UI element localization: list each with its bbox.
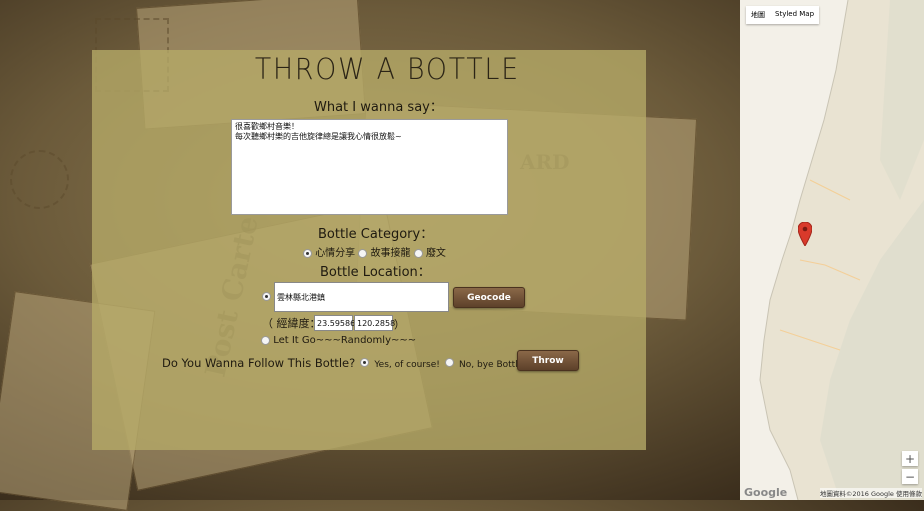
map-type-styled[interactable]: Styled Map <box>770 6 819 24</box>
longitude-input[interactable]: 120.2858 <box>354 315 395 331</box>
latlng-prefix: （ 經緯度： <box>262 317 321 330</box>
throw-bottle-panel: THROW A BOTTLE What I wanna say： Bottle … <box>92 50 646 450</box>
latitude-input[interactable]: 23.59586 <box>314 315 355 331</box>
location-radio-random[interactable] <box>261 335 270 345</box>
latlng-suffix: ） <box>394 318 405 331</box>
category-radio-nonsense[interactable] <box>413 248 423 258</box>
taiwan-landmass <box>759 0 924 500</box>
follow-yes-label: Yes, of course! <box>374 360 440 370</box>
geocode-button[interactable]: Geocode <box>453 287 525 308</box>
message-label: What I wanna say： <box>314 100 443 115</box>
location-marker-icon[interactable] <box>798 222 812 246</box>
map-attribution: 地圖資料©2016 Google 使用條款 <box>819 488 922 498</box>
category-option-label: 故事接龍 <box>370 248 411 259</box>
throw-button[interactable]: Throw <box>517 350 579 371</box>
map-type-roadmap[interactable]: 地圖 <box>746 6 770 24</box>
latlng-row: （ 經緯度： <box>262 315 321 331</box>
map-view[interactable]: 地圖 Styled Map + − Google 地圖資料©2016 Googl… <box>740 0 924 500</box>
category-label: Bottle Category： <box>318 227 434 242</box>
random-label: Let It Go~~~Randomly~~~ <box>273 335 417 346</box>
page-title: THROW A BOTTLE <box>254 52 520 86</box>
google-logo: Google <box>744 486 788 499</box>
zoom-out-button[interactable]: − <box>902 469 918 484</box>
map-type-control: 地圖 Styled Map <box>746 6 820 24</box>
category-option-label: 廢文 <box>425 248 446 259</box>
location-radio-address[interactable] <box>262 292 271 301</box>
message-textarea[interactable] <box>231 119 508 215</box>
category-radio-group: 心情分享 故事接龍 廢文 <box>303 244 446 259</box>
zoom-in-button[interactable]: + <box>902 451 918 466</box>
category-radio-story[interactable] <box>358 248 368 258</box>
follow-radio-yes[interactable] <box>360 358 370 367</box>
follow-row: Do You Wanna Follow This Bottle? Yes, of… <box>162 352 531 371</box>
address-input[interactable]: 雲林縣北港鎮 <box>274 282 449 312</box>
category-option-label: 心情分享 <box>315 248 356 259</box>
random-row: Let It Go~~~Randomly~~~ <box>261 335 416 346</box>
location-label: Bottle Location： <box>320 265 431 280</box>
follow-label: Do You Wanna Follow This Bottle? <box>162 356 356 370</box>
follow-radio-no[interactable] <box>444 358 454 367</box>
category-radio-mood[interactable] <box>303 248 312 258</box>
